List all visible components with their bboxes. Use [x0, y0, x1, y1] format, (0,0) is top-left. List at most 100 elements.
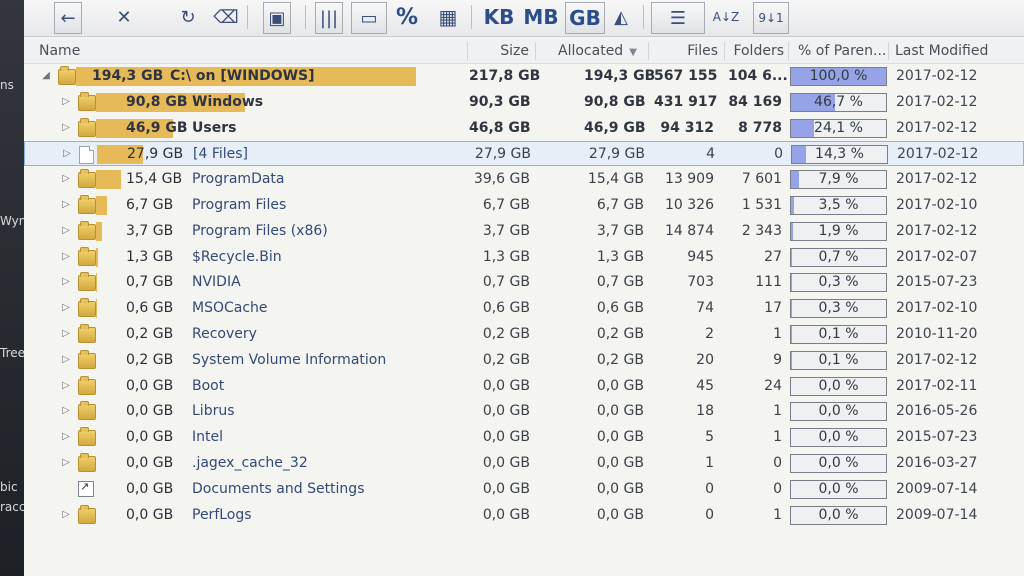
size-column-header[interactable]: Size	[469, 39, 529, 63]
percent-button[interactable]: %	[395, 2, 419, 32]
size-value: 0,0 GB	[482, 455, 530, 471]
percent-text: 14,3 %	[815, 146, 864, 163]
size-value: 0,0 GB	[482, 506, 530, 523]
modified-date: 2017-02-12	[896, 171, 978, 188]
table-row[interactable]: ▷ 27,9 GB [4 Files] 27,9 GB 27,9 GB 4 0 14,3 % 2…	[24, 141, 1024, 167]
table-row[interactable]: ▷ 46,9 GB Users 46,8 GB 46,9 GB 94 312 8 778 24…	[24, 116, 1024, 141]
collapsed-chevron-icon[interactable]: ▷	[62, 406, 70, 416]
collapsed-chevron-icon[interactable]: ▷	[62, 458, 70, 468]
modified-date: 2017-02-12	[896, 119, 978, 136]
collapsed-chevron-icon[interactable]: ▷	[62, 509, 70, 520]
folders-value: 1	[773, 326, 782, 342]
collapsed-chevron-icon[interactable]: ▷	[62, 200, 70, 210]
collapsed-chevron-icon[interactable]: ▷	[62, 303, 70, 313]
folders-value: 8 778	[738, 119, 782, 136]
percent-text: 0,1 %	[818, 351, 859, 368]
table-row[interactable]: ▷ 6,7 GB Program Files 6,7 GB 6,7 GB 10 326 1 …	[24, 193, 1024, 218]
files-column-header[interactable]: Files	[650, 39, 718, 63]
back-button[interactable]: ←	[54, 2, 82, 34]
table-row[interactable]: ▷ 0,6 GB MSOCache 0,6 GB 0,6 GB 74 17 0,3 % 2017…	[24, 296, 1024, 321]
percent-text: 7,9 %	[818, 171, 859, 188]
folders-column-header[interactable]: Folders	[726, 39, 784, 63]
refresh-button[interactable]: ↻	[176, 2, 200, 32]
table-row[interactable]: ▷ 0,7 GB NVIDIA 0,7 GB 0,7 GB 703 111 0,3 % 2015…	[24, 270, 1024, 295]
files-value: 0	[705, 506, 714, 523]
size-value: 0,0 GB	[482, 429, 530, 446]
size-value: 3,7 GB	[482, 222, 530, 239]
folders-value: 27	[764, 248, 782, 265]
size-value: 0,2 GB	[482, 326, 530, 342]
gb-button[interactable]: GB	[565, 2, 605, 34]
allocated-value: 0,0 GB	[596, 455, 644, 471]
item-name: Intel	[192, 429, 223, 446]
item-name: Windows	[192, 93, 264, 110]
folders-value: 7 601	[741, 171, 782, 188]
name-size-label: 194,3 GB	[92, 68, 164, 84]
size-value: 0,0 GB	[482, 403, 530, 420]
allocated-value: 0,7 GB	[596, 274, 644, 291]
drive-button[interactable]: ▭	[351, 2, 387, 34]
files-value: 94 312	[660, 119, 714, 136]
allocated-value: 0,0 GB	[596, 506, 644, 523]
allocated-value: 27,9 GB	[588, 146, 645, 163]
percent-bar: 0,0 %	[790, 428, 887, 448]
collapsed-chevron-icon[interactable]: ▷	[62, 122, 70, 133]
columns-button[interactable]: |||	[315, 2, 343, 34]
sort-num-button[interactable]: 9↓1	[753, 2, 789, 34]
name-usage-bar	[96, 247, 98, 267]
save-button[interactable]: ▣	[263, 2, 291, 34]
collapsed-chevron-icon[interactable]: ▷	[62, 96, 70, 107]
table-row[interactable]: ▷ 0,0 GB Intel 0,0 GB 0,0 GB 5 1 0,0 % 2015-07-2…	[24, 425, 1024, 450]
table-row[interactable]: ▷ 0,0 GB PerfLogs 0,0 GB 0,0 GB 0 1 0,0 % 2009-0…	[24, 503, 1024, 528]
expanded-chevron-icon[interactable]: ◢	[42, 71, 50, 81]
modified-date: 2017-02-12	[896, 351, 978, 368]
item-name: $Recycle.Bin	[192, 248, 282, 265]
item-name: ProgramData	[192, 171, 285, 188]
table-row[interactable]: ▷ 15,4 GB ProgramData 39,6 GB 15,4 GB 13 909 7…	[24, 167, 1024, 192]
table-row[interactable]: 0,0 GB Documents and Settings 0,0 GB 0,0 GB…	[24, 477, 1024, 502]
collapsed-chevron-icon[interactable]: ▷	[62, 277, 70, 287]
folders-value: 0	[773, 455, 782, 471]
collapsed-chevron-icon[interactable]: ▷	[63, 149, 71, 159]
delete-button[interactable]: ✕	[112, 2, 136, 32]
sort-az-button[interactable]: A↓Z	[710, 2, 742, 32]
mb-button[interactable]: MB	[523, 2, 558, 32]
table-row[interactable]: ▷ 0,0 GB Librus 0,0 GB 0,0 GB 18 1 0,0 % 2016-05…	[24, 399, 1024, 424]
table-row[interactable]: ▷ 0,0 GB .jagex_cache_32 0,0 GB 0,0 GB 1 0 0,0 …	[24, 451, 1024, 476]
files-value: 20	[696, 351, 714, 368]
size-value: 0,0 GB	[482, 480, 530, 497]
name-column-header[interactable]: Name	[39, 39, 459, 63]
table-row[interactable]: ▷ 0,0 GB Boot 0,0 GB 0,0 GB 45 24 0,0 % 2017-02-…	[24, 374, 1024, 399]
percent-column-header[interactable]: % of Paren...	[798, 39, 886, 63]
collapsed-chevron-icon[interactable]: ▷	[62, 329, 70, 339]
table-row[interactable]: ▷ 0,2 GB Recovery 0,2 GB 0,2 GB 2 1 0,1 % 2010-1…	[24, 322, 1024, 347]
modified-column-header[interactable]: Last Modified	[895, 39, 1005, 63]
table-row[interactable]: ◢ 194,3 GB C:\ on [WINDOWS] 217,8 GB 194,3 G…	[24, 64, 1024, 89]
table-row[interactable]: ▷ 1,3 GB $Recycle.Bin 1,3 GB 1,3 GB 945 27 0,7 …	[24, 245, 1024, 270]
collapsed-chevron-icon[interactable]: ▷	[62, 251, 70, 262]
name-size-label: 0,0 GB	[126, 455, 174, 471]
files-value: 2	[705, 326, 714, 342]
item-name: Program Files (x86)	[192, 222, 328, 239]
item-name: PerfLogs	[192, 506, 252, 523]
allocated-column-header[interactable]: Allocated ▼	[558, 39, 658, 63]
collapsed-chevron-icon[interactable]: ▷	[62, 174, 70, 184]
files-value: 1	[705, 455, 714, 471]
folders-value: 9	[773, 351, 782, 368]
name-size-label: 0,2 GB	[126, 351, 174, 368]
kb-button[interactable]: KB	[483, 2, 515, 32]
table-row[interactable]: ▷ 3,7 GB Program Files (x86) 3,7 GB 3,7 GB 14…	[24, 219, 1024, 244]
collapsed-chevron-icon[interactable]: ▷	[62, 380, 70, 391]
folder-icon	[78, 504, 96, 524]
allocated-value: 0,0 GB	[596, 429, 644, 446]
table-row[interactable]: ▷ 90,8 GB Windows 90,3 GB 90,8 GB 431 917 84 1…	[24, 90, 1024, 115]
table-row[interactable]: ▷ 0,2 GB System Volume Information 0,2 GB 0,…	[24, 348, 1024, 373]
name-usage-bar	[96, 196, 107, 215]
collapsed-chevron-icon[interactable]: ▷	[62, 432, 70, 442]
ruler-button[interactable]: ◭	[609, 2, 633, 32]
collapsed-chevron-icon[interactable]: ▷	[62, 354, 70, 365]
grid-button[interactable]: ▦	[434, 2, 462, 32]
collapsed-chevron-icon[interactable]: ▷	[62, 225, 70, 236]
list-view-button[interactable]: ☰	[651, 2, 705, 34]
cleanup-button[interactable]: ⌫	[213, 2, 238, 32]
